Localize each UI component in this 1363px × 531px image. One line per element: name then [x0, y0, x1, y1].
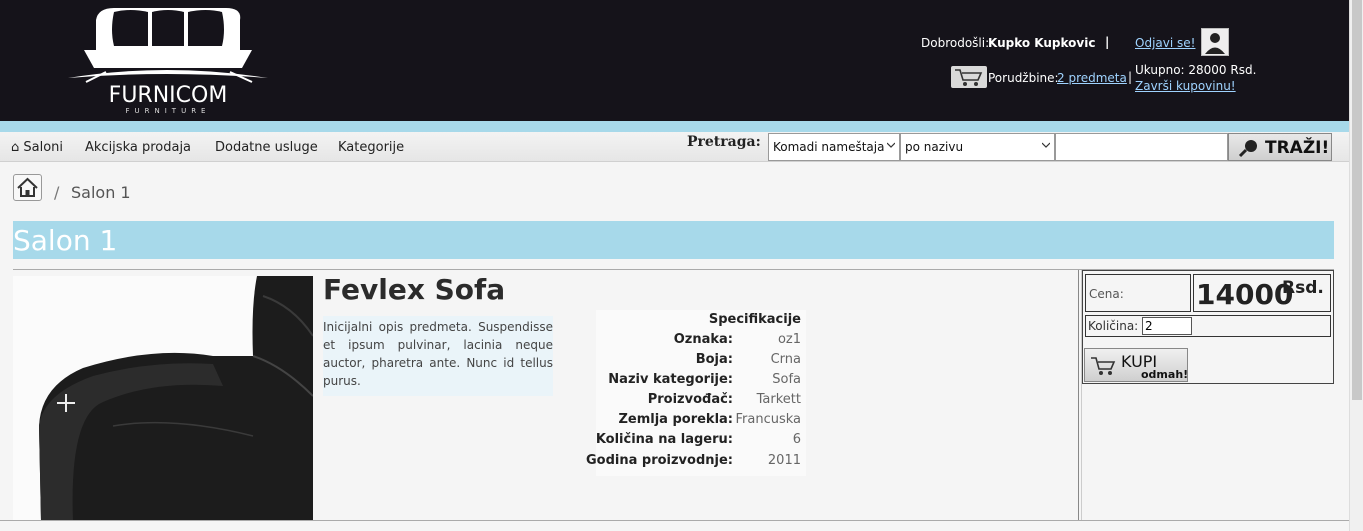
header-separator-2: | — [1128, 70, 1133, 84]
breadcrumb-separator: / — [54, 183, 60, 202]
price-label: Cena: — [1089, 287, 1124, 301]
spec-key: Oznaka: — [673, 332, 733, 347]
product-description: Inicijalni opis predmeta. Suspendisse et… — [323, 316, 553, 396]
product-image[interactable] — [13, 276, 313, 521]
main-nav: ⌂ Saloni Akcijska prodaja Dodatne usluge… — [0, 132, 1349, 162]
shopping-cart-icon[interactable] — [951, 66, 987, 88]
buy-button-sublabel: odmah! — [1141, 368, 1189, 381]
spec-value: Tarkett — [756, 392, 801, 407]
search-mode-value: po nazivu — [905, 140, 964, 154]
spec-key: Boja: — [695, 352, 733, 367]
cart-total: Ukupno: 28000 Rsd. — [1135, 63, 1257, 77]
spec-table: Specifikacije Oznaka: oz1 Boja: Crna Naz… — [586, 310, 806, 476]
page: FURNICOM FURNITURE Dobrodošli: Kupko Kup… — [0, 0, 1363, 531]
buy-box: Cena: 14000 Rsd. Količina: 2 KUPI odmah! — [1082, 270, 1334, 384]
site-header: FURNICOM FURNITURE Dobrodošli: Kupko Kup… — [0, 0, 1349, 121]
spec-value: 2011 — [767, 453, 801, 468]
welcome-label: Dobrodošli: — [921, 36, 990, 50]
home-icon[interactable] — [13, 174, 42, 201]
spec-value: 6 — [792, 432, 801, 447]
header-separator: | — [1105, 35, 1110, 49]
search-input[interactable] — [1055, 133, 1228, 161]
spec-value: oz1 — [777, 332, 801, 347]
spec-key: Naziv kategorije: — [608, 372, 733, 387]
scrollbar-thumb[interactable] — [1352, 0, 1362, 400]
search-mode-select[interactable]: po nazivu — [900, 133, 1055, 161]
logo-tagline: FURNITURE — [125, 107, 211, 115]
spec-key: Količina na lageru: — [595, 432, 733, 447]
accent-stripe — [0, 121, 1349, 132]
page-scrollbar[interactable] — [1349, 0, 1363, 531]
price-cell: 14000 Rsd. — [1193, 274, 1331, 312]
spec-value: Crna — [770, 352, 801, 367]
sofa-logo-icon — [68, 8, 268, 83]
chevron-down-icon — [887, 142, 895, 148]
nav-item-dodatne-usluge[interactable]: Dodatne usluge — [215, 140, 318, 155]
nav-item-saloni[interactable]: ⌂ Saloni — [11, 140, 63, 155]
spec-key: Godina proizvodnje: — [585, 453, 733, 468]
buy-now-button[interactable]: KUPI odmah! — [1084, 348, 1188, 382]
user-avatar-icon[interactable] — [1201, 28, 1229, 56]
logo-brand: FURNICOM — [108, 83, 228, 108]
furnicom-logo[interactable]: FURNICOM FURNITURE — [66, 6, 270, 116]
quantity-input[interactable]: 2 — [1142, 317, 1192, 335]
spec-row: Zemlja porekla: Francuska — [596, 412, 806, 432]
category-select[interactable]: Komadi nameštaja — [768, 133, 900, 161]
spec-row: Naziv kategorije: Sofa — [596, 372, 806, 392]
spec-row: Oznaka: oz1 — [596, 332, 806, 352]
spec-key: Zemlja porekla: — [618, 412, 733, 427]
spec-row: Proizvođač: Tarkett — [596, 392, 806, 412]
orders-label: Porudžbine: — [988, 71, 1059, 85]
user-name: Kupko Kupkovic — [988, 36, 1096, 50]
page-title: Salon 1 — [13, 221, 1334, 259]
chevron-down-icon — [1042, 142, 1050, 148]
spec-row: Boja: Crna — [596, 352, 806, 372]
nav-item-kategorije[interactable]: Kategorije — [338, 140, 404, 155]
spec-value: Francuska — [735, 412, 801, 427]
spec-row: Godina proizvodnje: 2011 — [586, 453, 806, 473]
price-value: 14000 — [1196, 278, 1294, 311]
shopping-cart-icon — [1091, 357, 1116, 375]
price-currency: Rsd. — [1282, 278, 1324, 298]
orders-link[interactable]: 2 predmeta — [1057, 71, 1127, 85]
spec-title: Specifikacije — [708, 312, 801, 327]
checkout-link[interactable]: Završi kupovinu! — [1135, 79, 1236, 93]
search-button[interactable]: TRAŽI! — [1228, 133, 1332, 161]
quantity-cell: Količina: 2 — [1085, 315, 1331, 337]
search-button-label: TRAŽI! — [1265, 138, 1330, 158]
spec-key: Proizvođač: — [647, 392, 733, 407]
spec-value: Sofa — [772, 372, 801, 387]
magnifier-icon — [1238, 140, 1257, 158]
spec-row: Količina na lageru: 6 — [596, 432, 806, 452]
divider — [0, 520, 1349, 521]
category-select-value: Komadi nameštaja — [773, 140, 885, 154]
search-label: Pretraga: — [687, 134, 761, 150]
column-divider — [1078, 270, 1079, 521]
nav-item-akcijska-prodaja[interactable]: Akcijska prodaja — [85, 140, 191, 155]
breadcrumb-current: Salon 1 — [71, 183, 131, 202]
product-name: Fevlex Sofa — [323, 273, 506, 306]
logout-link[interactable]: Odjavi se! — [1135, 36, 1195, 50]
price-label-cell: Cena: — [1085, 274, 1191, 312]
quantity-label: Količina: — [1088, 319, 1139, 333]
